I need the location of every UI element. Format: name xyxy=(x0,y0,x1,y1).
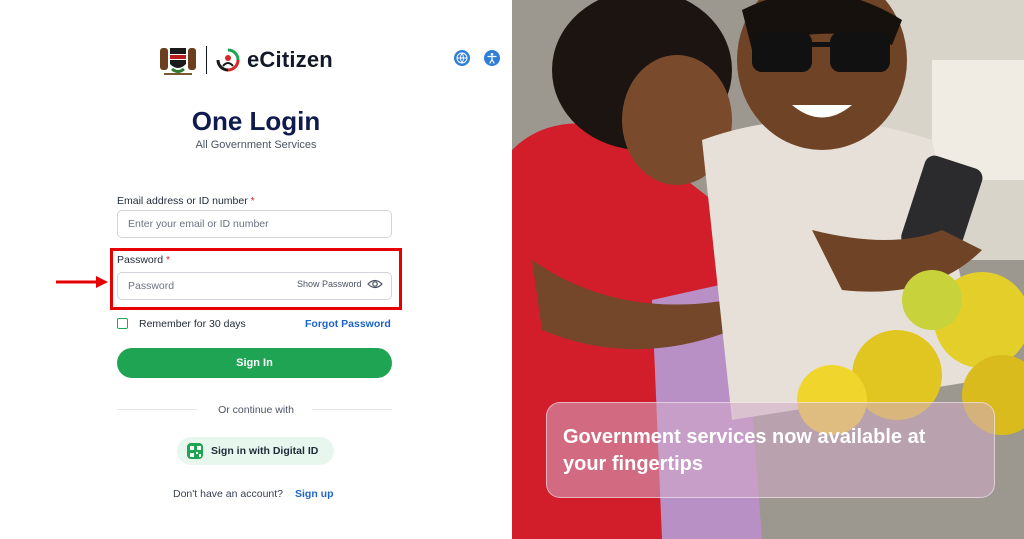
or-continue-label: Or continue with xyxy=(218,404,294,416)
password-label: Password * xyxy=(117,254,170,266)
page-title: One Login xyxy=(191,106,321,136)
page-subtitle: All Government Services xyxy=(195,139,317,151)
eye-icon xyxy=(366,279,383,289)
ecitizen-logo-icon xyxy=(216,48,240,72)
brand-divider xyxy=(206,46,207,74)
sign-up-link[interactable]: Sign up xyxy=(295,488,334,500)
forgot-password-link[interactable]: Forgot Password xyxy=(305,318,391,330)
brand-name: eCitizen xyxy=(247,47,333,72)
remember-label: Remember for 30 days xyxy=(139,318,246,330)
kenya-coat-of-arms-icon xyxy=(158,40,198,80)
email-label: Email address or ID number * xyxy=(117,195,255,207)
top-utility-icons xyxy=(454,50,500,66)
digital-id-label: Sign in with Digital ID xyxy=(211,445,319,457)
show-password-toggle[interactable]: Show Password xyxy=(297,278,383,290)
qr-code-icon xyxy=(187,443,203,459)
hero-caption: Government services now available at you… xyxy=(563,426,926,475)
brand-header: eCitizen xyxy=(158,40,333,80)
email-label-text: Email address or ID number xyxy=(117,195,248,207)
red-arrow-icon xyxy=(56,276,108,288)
required-marker: * xyxy=(166,254,171,266)
email-input[interactable] xyxy=(117,210,392,238)
no-account-text: Don't have an account? xyxy=(173,488,283,500)
show-password-label: Show Password xyxy=(297,279,362,289)
login-panel: eCitizen One Login All Government Servic… xyxy=(0,0,512,539)
remember-checkbox[interactable] xyxy=(117,318,128,329)
accessibility-icon[interactable] xyxy=(484,50,500,66)
digital-id-button[interactable]: Sign in with Digital ID xyxy=(177,437,334,465)
sign-in-button[interactable]: Sign In xyxy=(117,348,392,378)
required-marker: * xyxy=(250,195,255,207)
password-label-text: Password xyxy=(117,254,164,266)
language-globe-icon[interactable] xyxy=(454,50,470,66)
